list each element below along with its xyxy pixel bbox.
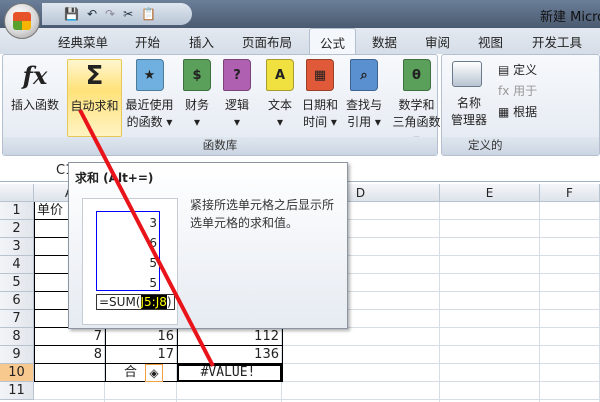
tab-insert[interactable]: 插入 — [189, 32, 214, 51]
row-header-8[interactable]: 8 — [0, 328, 34, 346]
tab-page-layout[interactable]: 页面布局 — [242, 32, 292, 51]
cell-B10[interactable]: 合 — [105, 364, 177, 382]
quick-access-toolbar: 💾 ↶ ↷ ✂ 📋 — [42, 3, 192, 25]
cell-A9[interactable]: 8 — [34, 346, 105, 364]
row-header-5[interactable]: 5 — [0, 274, 34, 292]
function-book-icon: ⌕ — [350, 59, 378, 91]
row-header-11[interactable]: 11 — [0, 382, 34, 400]
example-values: 3655 — [149, 216, 157, 290]
tooltip-title: 求和 (Alt+=) — [75, 171, 154, 185]
ribbon-button-label: 财务 ▾ — [184, 98, 209, 129]
ribbon-button-label: 文本 ▾ — [267, 98, 292, 129]
create-from-selection-button[interactable]: ▦ 根据 — [498, 103, 537, 120]
ribbon-button-label: 最近使用 的函数 ▾ — [125, 98, 174, 129]
paste-icon[interactable]: 📋 — [141, 7, 156, 21]
office-logo-icon — [13, 12, 31, 30]
row-header-3[interactable]: 3 — [0, 238, 34, 256]
row-header-9[interactable]: 9 — [0, 346, 34, 364]
error-warning-icon[interactable]: ◈ — [145, 364, 163, 382]
tab-home[interactable]: 开始 — [135, 32, 160, 51]
gridline — [282, 381, 600, 382]
defined-names-group: 定义的 名称 管理器 ▤ 定义 fx 用于 ▦ 根据 — [441, 54, 600, 156]
row-header-4[interactable]: 4 — [0, 256, 34, 274]
tab-view[interactable]: 视图 — [478, 32, 503, 51]
example-formula: =SUM(J5:J8) — [96, 294, 175, 310]
name-manager-button[interactable]: 名称 管理器 — [444, 95, 494, 129]
tools-icon[interactable]: ✂ — [123, 7, 133, 21]
insert-function-label: 插入函数 — [10, 98, 59, 112]
autosum-tooltip: 求和 (Alt+=) 3655 =SUM(J5:J8) 紧接所选单元格之后显示所… — [68, 162, 348, 329]
tab-developer[interactable]: 开发工具 — [532, 32, 582, 51]
group-label: 函数库 — [3, 137, 437, 155]
tab-review[interactable]: 审阅 — [425, 32, 450, 51]
function-book-icon: ? — [223, 59, 251, 91]
gridline — [439, 202, 440, 402]
ribbon-button-label: 查找与 引用 ▾ — [345, 98, 382, 129]
function-book-icon: A — [266, 59, 294, 91]
ribbon-button-0[interactable]: Σ 自动求和 — [67, 59, 122, 137]
define-name-button[interactable]: ▤ 定义 — [498, 61, 537, 78]
insert-function-button[interactable]: fx 插入函数 — [7, 59, 63, 114]
ribbon-button-1[interactable]: ★ 最近使用 的函数 ▾ — [122, 59, 177, 131]
gridline — [282, 345, 600, 346]
row-header-7[interactable]: 7 — [0, 310, 34, 328]
save-icon[interactable]: 💾 — [52, 7, 79, 21]
gridline — [539, 202, 540, 402]
ribbon-button-3[interactable]: ? 逻辑 ▾ — [217, 59, 257, 131]
ribbon-button-5[interactable]: ▦ 日期和 时间 ▾ — [300, 59, 340, 131]
ribbon-button-6[interactable]: ⌕ 查找与 引用 ▾ — [340, 59, 388, 131]
function-library-group: fx 插入函数 Σ 自动求和 ★ 最近使用 的函数 ▾ $ 财务 ▾? 逻辑 ▾ A 文本 ▾ ▦… — [2, 54, 493, 156]
function-book-icon: Σ — [85, 60, 104, 91]
cell-B9[interactable]: 17 — [105, 346, 177, 364]
name-manager-icon — [452, 61, 482, 87]
row-header-2[interactable]: 2 — [0, 220, 34, 238]
undo-icon[interactable]: ↶ — [87, 7, 97, 21]
row-header-1[interactable]: 1 — [0, 202, 34, 220]
row-header-10[interactable]: 10 — [0, 364, 34, 382]
cell-C8[interactable]: 112 — [177, 328, 282, 346]
office-button[interactable] — [4, 3, 40, 39]
group2-label: 定义的 — [442, 137, 599, 155]
ribbon-button-4[interactable]: A 文本 ▾ — [260, 59, 300, 131]
cell-B8[interactable]: 16 — [105, 328, 177, 346]
function-book-icon: ★ — [135, 59, 164, 91]
ribbon-button-label: 逻辑 ▾ — [224, 98, 249, 129]
row-header-6[interactable]: 6 — [0, 292, 34, 310]
tab-formulas[interactable]: 公式 — [309, 28, 357, 54]
column-header-E[interactable]: E — [440, 184, 540, 202]
gridline — [282, 363, 600, 364]
tooltip-description: 紧接所选单元格之后显示所选单元格的求和值。 — [190, 198, 335, 230]
function-book-icon: θ — [402, 59, 431, 91]
window-title: 新建 Micro — [540, 10, 600, 25]
title-bar: 💾 ↶ ↷ ✂ 📋 新建 Micro — [0, 0, 600, 28]
cell-C10[interactable]: #VALUE! — [177, 364, 282, 382]
cell-C9[interactable]: 136 — [177, 346, 282, 364]
use-in-formula-button[interactable]: fx 用于 — [498, 82, 537, 99]
tooltip-example-image: 3655 =SUM(J5:J8) — [82, 198, 178, 325]
ribbon-button-label: 自动求和 — [70, 99, 119, 113]
redo-icon[interactable]: ↷ — [105, 7, 115, 21]
fx-icon: fx — [22, 61, 48, 90]
tab-classic-menu[interactable]: 经典菜单 — [58, 32, 108, 51]
ribbon-button-7[interactable]: θ数学和 三角函数 ▾ — [390, 59, 443, 148]
function-book-icon: ▦ — [306, 59, 334, 91]
ribbon-button-2[interactable]: $ 财务 ▾ — [177, 59, 217, 131]
ribbon-button-label: 日期和 时间 ▾ — [301, 98, 338, 129]
function-book-icon: $ — [183, 59, 211, 91]
cell-A8[interactable]: 7 — [34, 328, 105, 346]
column-header-F[interactable]: F — [540, 184, 600, 202]
tab-data[interactable]: 数据 — [372, 32, 397, 51]
ribbon-tabs: 经典菜单 开始 插入 页面布局 公式 数据 审阅 视图 开发工具 — [0, 28, 600, 54]
select-all-button[interactable] — [0, 184, 34, 202]
